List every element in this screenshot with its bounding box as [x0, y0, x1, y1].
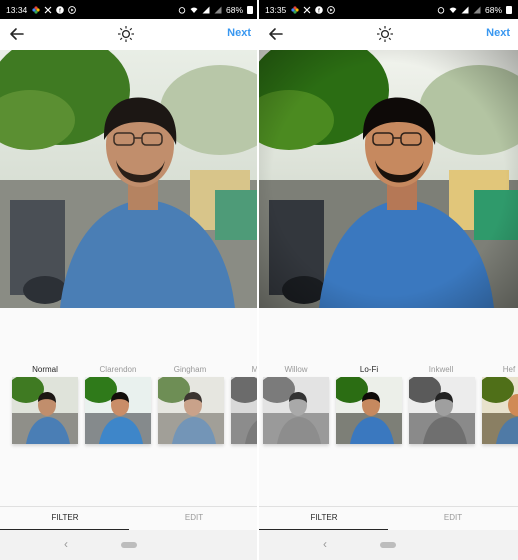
- status-right: 68%: [178, 5, 253, 15]
- tab-filter[interactable]: FILTER: [15, 513, 115, 522]
- alarm-icon: [178, 6, 186, 14]
- play-circle-icon: [68, 5, 77, 14]
- filter-thumb-clarendon[interactable]: [85, 377, 151, 444]
- signal-2-icon: [473, 6, 481, 13]
- status-bar: 13:35 f 68%: [259, 0, 518, 19]
- chevron-left-icon[interactable]: ‹: [323, 537, 327, 551]
- filter-thumb-normal[interactable]: [12, 377, 78, 444]
- status-bar: 13:34 f 68%: [0, 0, 259, 19]
- portrait-photo-lofi: [259, 50, 518, 308]
- filter-thumb-inkwell[interactable]: [409, 377, 475, 444]
- photos-app-icon: [291, 5, 299, 14]
- filter-thumb-willow[interactable]: [263, 377, 329, 444]
- facebook-icon: f: [315, 5, 324, 14]
- play-circle-icon: [327, 5, 336, 14]
- filter-label-hefe[interactable]: Hef: [474, 365, 518, 374]
- wifi-icon: [449, 7, 457, 13]
- signal-icon: [202, 6, 210, 13]
- right-phone-screen: 13:35 f 68% Next Willow Lo-Fi Inkwell He…: [259, 0, 518, 560]
- notification-icons: f: [291, 5, 336, 14]
- filter-label-normal[interactable]: Normal: [10, 365, 80, 374]
- filter-strip: Normal Clarendon Gingham M: [0, 308, 259, 508]
- filter-label-willow[interactable]: Willow: [261, 365, 331, 374]
- tab-edit[interactable]: EDIT: [403, 513, 503, 522]
- top-toolbar: Next: [0, 19, 259, 50]
- android-nav-bar: ‹: [0, 530, 259, 560]
- filter-strip: Willow Lo-Fi Inkwell Hef: [259, 308, 518, 508]
- portrait-photo: [0, 50, 259, 308]
- arrow-left-icon[interactable]: [266, 24, 286, 44]
- tools-icon: [44, 6, 52, 13]
- wifi-icon: [190, 7, 198, 13]
- chevron-left-icon[interactable]: ‹: [64, 537, 68, 551]
- arrow-left-icon[interactable]: [7, 24, 27, 44]
- battery-percentage: 68%: [484, 4, 502, 15]
- next-button[interactable]: Next: [486, 27, 510, 39]
- filter-thumb-m[interactable]: [231, 377, 259, 444]
- status-time: 13:34: [6, 4, 28, 15]
- filter-label-lofi[interactable]: Lo-Fi: [334, 365, 404, 374]
- top-toolbar: Next: [259, 19, 518, 50]
- filter-label-clarendon[interactable]: Clarendon: [83, 365, 153, 374]
- filter-thumb-hefe[interactable]: [482, 377, 518, 444]
- bottom-tab-bar: FILTER EDIT: [0, 506, 259, 531]
- status-time: 13:35: [265, 4, 287, 15]
- photos-app-icon: [32, 5, 40, 14]
- battery-icon: [247, 5, 253, 14]
- bottom-tab-bar: FILTER EDIT: [259, 506, 518, 531]
- left-phone-screen: 13:34 f 68% Next Normal Clarendon Gingha…: [0, 0, 259, 560]
- filter-thumb-lofi[interactable]: [336, 377, 402, 444]
- status-right: 68%: [437, 5, 512, 15]
- android-nav-bar: ‹: [259, 530, 518, 560]
- tab-edit[interactable]: EDIT: [144, 513, 244, 522]
- alarm-icon: [437, 6, 445, 14]
- home-pill-icon[interactable]: [121, 542, 137, 548]
- battery-percentage: 68%: [225, 4, 243, 15]
- signal-2-icon: [214, 6, 222, 13]
- battery-icon: [506, 5, 512, 14]
- tools-icon: [303, 6, 311, 13]
- next-button[interactable]: Next: [227, 27, 251, 39]
- tab-filter[interactable]: FILTER: [274, 513, 374, 522]
- filter-thumb-gingham[interactable]: [158, 377, 224, 444]
- photo-preview: [259, 50, 518, 308]
- home-pill-icon[interactable]: [380, 542, 396, 548]
- signal-icon: [461, 6, 469, 13]
- notification-icons: f: [32, 5, 77, 14]
- filter-label-inkwell[interactable]: Inkwell: [406, 365, 476, 374]
- facebook-icon: f: [56, 5, 65, 14]
- filter-label-m[interactable]: M: [220, 365, 259, 374]
- screenshot-comparison: 13:34 f 68% Next Normal Clarendon Gingha…: [0, 0, 518, 560]
- sun-brightness-icon[interactable]: [375, 24, 395, 44]
- photo-preview: [0, 50, 259, 308]
- filter-label-gingham[interactable]: Gingham: [155, 365, 225, 374]
- sun-brightness-icon[interactable]: [116, 24, 136, 44]
